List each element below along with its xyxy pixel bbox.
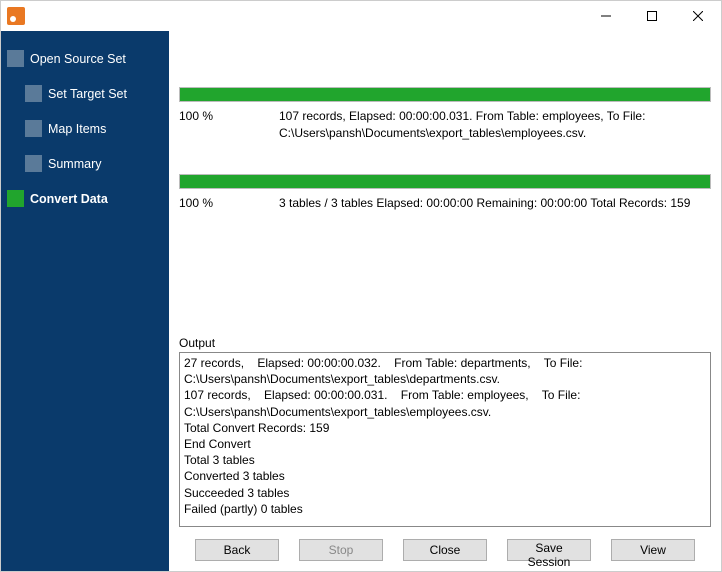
sidebar: Open Source Set Set Target Set Map Items…	[1, 31, 169, 571]
nav-set-target-set[interactable]: Set Target Set	[25, 82, 163, 105]
window-controls	[583, 1, 721, 31]
titlebar	[1, 1, 721, 31]
nav-label: Map Items	[48, 122, 106, 136]
progress-info-overall: 100 % 3 tables / 3 tables Elapsed: 00:00…	[179, 195, 711, 212]
progress-detail: 3 tables / 3 tables Elapsed: 00:00:00 Re…	[279, 195, 711, 212]
progress-info-current: 100 % 107 records, Elapsed: 00:00:00.031…	[179, 108, 711, 142]
nav-step-icon	[25, 85, 42, 102]
view-button[interactable]: View	[611, 539, 695, 561]
nav-step-icon	[25, 120, 42, 137]
progress-percent: 100 %	[179, 108, 259, 142]
progress-area: 100 % 107 records, Elapsed: 00:00:00.031…	[179, 37, 711, 243]
nav-step-icon	[7, 50, 24, 67]
content-area: Open Source Set Set Target Set Map Items…	[1, 31, 721, 571]
main-panel: 100 % 107 records, Elapsed: 00:00:00.031…	[169, 31, 721, 571]
nav-summary[interactable]: Summary	[25, 152, 163, 175]
nav-label: Summary	[48, 157, 101, 171]
save-session-button[interactable]: Save Session	[507, 539, 591, 561]
back-button[interactable]: Back	[195, 539, 279, 561]
app-icon	[7, 7, 25, 25]
progress-bar-overall	[179, 174, 711, 189]
nav-map-items[interactable]: Map Items	[25, 117, 163, 140]
nav-label: Open Source Set	[30, 52, 126, 66]
stop-button[interactable]: Stop	[299, 539, 383, 561]
nav-step-icon	[25, 155, 42, 172]
nav-convert-data[interactable]: Convert Data	[7, 187, 163, 210]
nav-open-source-set[interactable]: Open Source Set	[7, 47, 163, 70]
output-label: Output	[179, 336, 711, 352]
nav-label: Set Target Set	[48, 87, 127, 101]
minimize-button[interactable]	[583, 1, 629, 31]
output-log[interactable]: 27 records, Elapsed: 00:00:00.032. From …	[179, 352, 711, 527]
nav-step-icon	[7, 190, 24, 207]
progress-percent: 100 %	[179, 195, 259, 212]
progress-detail: 107 records, Elapsed: 00:00:00.031. From…	[279, 108, 711, 142]
close-window-button[interactable]	[675, 1, 721, 31]
progress-bar-current	[179, 87, 711, 102]
close-button[interactable]: Close	[403, 539, 487, 561]
button-row: Back Stop Close Save Session View	[179, 527, 711, 561]
nav-label: Convert Data	[30, 192, 108, 206]
maximize-button[interactable]	[629, 1, 675, 31]
